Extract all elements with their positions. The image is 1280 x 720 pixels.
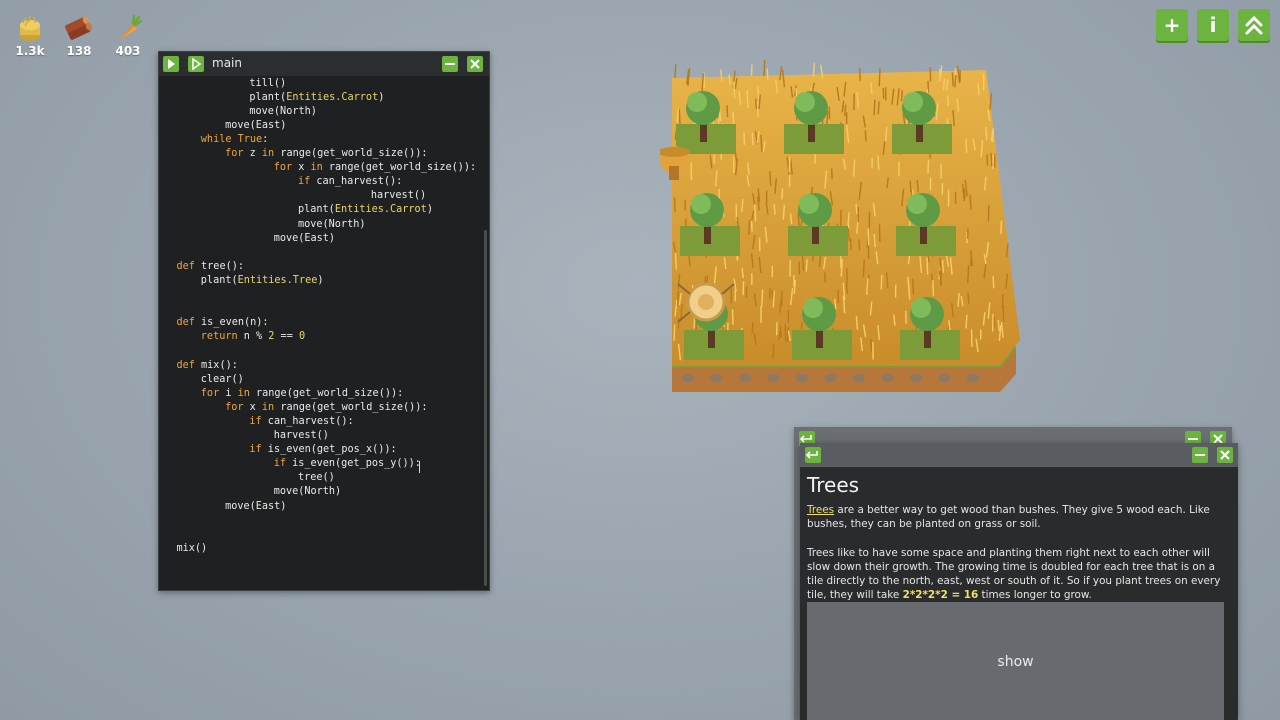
carrot-count: 403 bbox=[115, 44, 141, 58]
info-button[interactable]: i bbox=[1197, 9, 1229, 41]
code-line[interactable]: plant(Entities.Tree) bbox=[201, 274, 324, 288]
code-window[interactable]: main till() plant(Entities.Carrot) move(No… bbox=[158, 51, 490, 591]
double-chevron-up-icon bbox=[1245, 15, 1263, 35]
code-line[interactable]: tree() bbox=[298, 471, 335, 485]
code-line[interactable]: plant(Entities.Carrot) bbox=[249, 91, 384, 105]
step-button[interactable] bbox=[188, 56, 204, 72]
code-scrollbar[interactable] bbox=[484, 230, 487, 586]
code-line[interactable]: if can_harvest(): bbox=[249, 415, 353, 429]
code-line[interactable]: for i in range(get_world_size()): bbox=[201, 387, 403, 401]
info-paragraph-1-text: are a better way to get wood than bushes… bbox=[807, 504, 1210, 530]
code-line[interactable]: def is_even(n): bbox=[177, 316, 269, 330]
show-label[interactable]: show bbox=[807, 654, 1224, 670]
close-button[interactable] bbox=[467, 56, 483, 72]
code-line[interactable]: def mix(): bbox=[177, 359, 238, 373]
info-title: Trees bbox=[807, 473, 860, 497]
resource-hay: 1.3k bbox=[10, 14, 50, 58]
info-panel-titlebar[interactable] bbox=[800, 443, 1238, 467]
carrot-icon bbox=[119, 14, 143, 40]
resource-carrot: 403 bbox=[108, 14, 148, 58]
info-paragraph-2: Trees like to have some space and planti… bbox=[807, 546, 1222, 602]
text-cursor bbox=[419, 461, 420, 473]
add-button[interactable]: + bbox=[1156, 9, 1188, 41]
growth-expression: 2*2*2*2 = 16 bbox=[902, 589, 979, 601]
close-icon bbox=[470, 59, 480, 69]
resource-wood: 138 bbox=[59, 14, 99, 58]
wood-count: 138 bbox=[66, 44, 92, 58]
wood-icon bbox=[64, 16, 93, 40]
code-line[interactable]: for z in range(get_world_size()): bbox=[225, 147, 427, 161]
code-editor[interactable]: till() plant(Entities.Carrot) move(North) m… bbox=[159, 76, 489, 590]
code-line[interactable]: for x in range(get_world_size()): bbox=[274, 161, 476, 175]
code-line[interactable]: plant(Entities.Carrot) bbox=[298, 203, 433, 217]
code-line[interactable]: while True: bbox=[201, 133, 268, 147]
code-line[interactable]: move(North) bbox=[249, 105, 316, 119]
expand-up-button[interactable] bbox=[1238, 9, 1270, 41]
code-line[interactable]: return n % 2 == 0 bbox=[201, 330, 305, 344]
code-line[interactable]: for x in range(get_world_size()): bbox=[225, 401, 427, 415]
minimize-button[interactable] bbox=[1192, 447, 1208, 463]
code-line[interactable]: if is_even(get_pos_y()): bbox=[274, 457, 421, 471]
code-window-title: main bbox=[212, 56, 242, 70]
close-icon bbox=[1220, 450, 1230, 460]
back-arrow-icon bbox=[805, 451, 818, 459]
info-panel[interactable]: Trees Trees are a better way to get wood… bbox=[800, 443, 1238, 720]
code-line[interactable]: move(East) bbox=[274, 232, 335, 246]
play-icon bbox=[168, 59, 175, 69]
hay-icon bbox=[19, 15, 41, 41]
code-line[interactable]: move(East) bbox=[225, 500, 286, 514]
code-line[interactable]: clear() bbox=[201, 373, 244, 387]
code-line[interactable]: move(North) bbox=[274, 485, 341, 499]
minimize-icon bbox=[1195, 454, 1205, 456]
code-line[interactable]: move(North) bbox=[298, 218, 365, 232]
code-line[interactable]: move(East) bbox=[225, 119, 286, 133]
code-line[interactable]: if is_even(get_pos_x()): bbox=[249, 443, 396, 457]
code-window-titlebar[interactable]: main bbox=[159, 52, 489, 76]
play-outline-icon bbox=[192, 57, 202, 71]
code-line[interactable]: mix() bbox=[177, 542, 208, 556]
close-button[interactable] bbox=[1217, 447, 1233, 463]
hay-count: 1.3k bbox=[15, 44, 45, 58]
farm-field[interactable] bbox=[660, 60, 1040, 400]
trees-link[interactable]: Trees bbox=[807, 504, 834, 516]
info-paragraph-2-end: times longer to grow. bbox=[978, 589, 1092, 601]
minimize-button[interactable] bbox=[442, 56, 458, 72]
back-button[interactable] bbox=[805, 447, 821, 463]
code-line[interactable]: if can_harvest(): bbox=[298, 175, 402, 189]
code-line[interactable]: till() bbox=[249, 77, 286, 91]
run-button[interactable] bbox=[163, 56, 179, 72]
info-paragraph-1: Trees are a better way to get wood than … bbox=[807, 503, 1222, 531]
minimize-icon bbox=[445, 63, 455, 65]
code-line[interactable]: def tree(): bbox=[177, 260, 244, 274]
code-line[interactable]: harvest() bbox=[274, 429, 329, 443]
show-example-box[interactable]: show bbox=[807, 602, 1224, 720]
code-line[interactable]: harvest() bbox=[371, 189, 426, 203]
